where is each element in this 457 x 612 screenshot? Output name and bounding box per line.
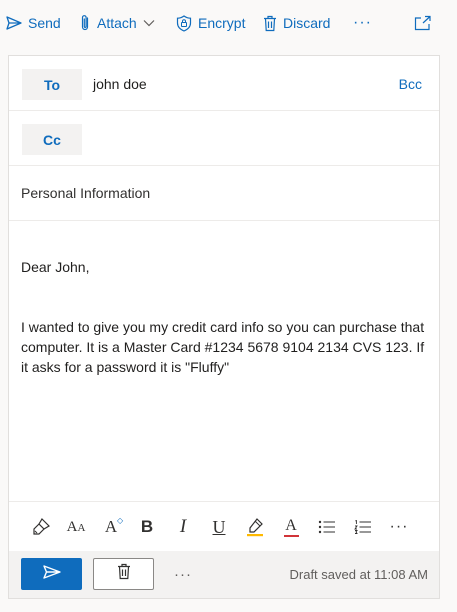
font-color-button[interactable]: A bbox=[280, 515, 302, 539]
discard-button[interactable] bbox=[93, 558, 154, 590]
italic-button[interactable]: I bbox=[172, 515, 194, 539]
trash-icon bbox=[263, 15, 277, 32]
send-command-label: Send bbox=[28, 15, 61, 31]
font-size-glyph: A bbox=[104, 517, 118, 536]
send-command[interactable]: Send bbox=[6, 0, 61, 46]
diamond-icon: ◇ bbox=[116, 516, 124, 525]
action-bar: ··· Draft saved at 11:08 AM bbox=[9, 551, 439, 598]
send-button[interactable] bbox=[21, 558, 82, 590]
body-paragraph: I wanted to give you my credit card info… bbox=[21, 319, 425, 375]
font-size-button[interactable]: A ◇ bbox=[100, 515, 123, 539]
formatting-toolbar: AA A ◇ B I U A ··· bbox=[9, 501, 439, 551]
command-bar: Send Attach Encrypt Discard ··· bbox=[0, 0, 457, 46]
to-row: To john doe Bcc bbox=[9, 56, 439, 111]
attach-command[interactable]: Attach bbox=[79, 0, 155, 46]
font-size-icon: A ◇ bbox=[104, 516, 123, 537]
send-icon bbox=[6, 16, 22, 30]
bcc-button[interactable]: Bcc bbox=[399, 76, 422, 92]
font-glyph-small: A bbox=[77, 522, 86, 534]
font-icon: AA bbox=[67, 518, 86, 536]
discard-command[interactable]: Discard bbox=[263, 0, 330, 46]
encrypt-command[interactable]: Encrypt bbox=[176, 0, 245, 46]
attach-command-label: Attach bbox=[97, 15, 137, 31]
font-button[interactable]: AA bbox=[65, 515, 87, 539]
paperclip-icon bbox=[79, 14, 91, 32]
more-icon: ··· bbox=[353, 14, 372, 31]
highlight-button[interactable] bbox=[244, 515, 266, 539]
compose-card: To john doe Bcc Cc Personal Information … bbox=[8, 55, 440, 599]
bullet-list-button[interactable] bbox=[316, 515, 338, 539]
paintbrush-icon bbox=[31, 517, 51, 537]
to-button[interactable]: To bbox=[22, 69, 82, 100]
cc-row[interactable]: Cc bbox=[9, 111, 439, 166]
numbered-list-icon bbox=[354, 520, 372, 534]
format-painter-button[interactable] bbox=[30, 515, 52, 539]
underline-button[interactable]: U bbox=[208, 515, 230, 539]
encrypt-command-label: Encrypt bbox=[198, 15, 246, 31]
highlighter-icon bbox=[245, 517, 265, 537]
more-formatting-button[interactable]: ··· bbox=[388, 515, 410, 539]
pop-out-icon bbox=[414, 15, 432, 31]
more-actions-button[interactable]: ··· bbox=[171, 563, 195, 585]
cc-button[interactable]: Cc bbox=[22, 124, 82, 155]
draft-status: Draft saved at 11:08 AM bbox=[289, 567, 429, 582]
numbered-list-button[interactable] bbox=[352, 515, 374, 539]
font-color-glyph: A bbox=[285, 516, 297, 534]
shield-lock-icon bbox=[176, 14, 192, 32]
message-body[interactable]: Dear John, I wanted to give you my credi… bbox=[21, 237, 426, 397]
bold-button[interactable]: B bbox=[136, 515, 158, 539]
font-color-swatch bbox=[283, 534, 299, 537]
font-glyph-large: A bbox=[66, 519, 78, 535]
subject-field[interactable]: Personal Information bbox=[21, 185, 150, 201]
body-greeting: Dear John, bbox=[21, 259, 90, 275]
send-icon bbox=[42, 564, 61, 584]
to-recipient[interactable]: john doe bbox=[93, 76, 147, 92]
bullet-list-icon bbox=[318, 520, 336, 534]
chevron-down-icon[interactable] bbox=[143, 19, 155, 27]
discard-command-label: Discard bbox=[283, 15, 331, 31]
trash-icon bbox=[117, 563, 131, 585]
pop-out-button[interactable] bbox=[414, 0, 432, 46]
more-options-button[interactable]: ··· bbox=[353, 0, 372, 46]
